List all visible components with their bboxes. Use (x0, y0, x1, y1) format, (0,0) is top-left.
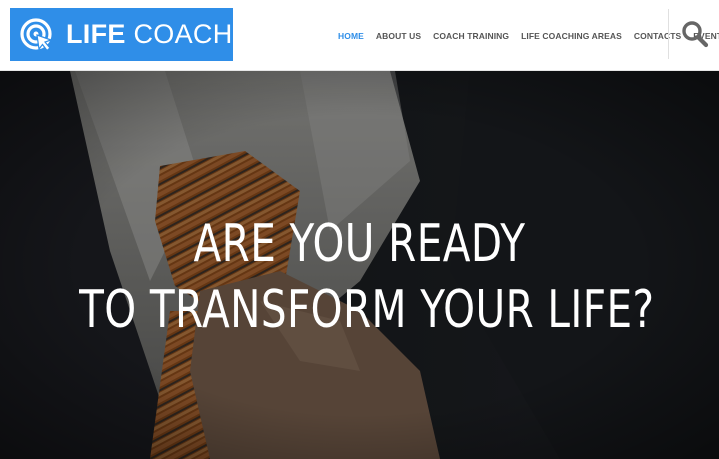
nav-item-contacts[interactable]: CONTACTS (628, 31, 687, 41)
hero-headline-line-2: TO TRANSFORM YOUR LIFE? (79, 280, 655, 340)
search-icon[interactable] (681, 20, 709, 48)
nav-item-life-coaching-areas[interactable]: LIFE COACHING AREAS (515, 31, 628, 41)
site-header: LIFE COACH HOME ABOUT US COACH TRAINING … (0, 0, 719, 71)
main-nav: HOME ABOUT US COACH TRAINING LIFE COACHI… (332, 0, 719, 71)
hero-banner: ARE YOU READY TO TRANSFORM YOUR LIFE? (0, 71, 719, 459)
hero-headline: ARE YOU READY TO TRANSFORM YOUR LIFE? (0, 211, 719, 343)
logo-text-light: COACH (125, 19, 233, 49)
nav-item-home[interactable]: HOME (332, 31, 370, 41)
target-cursor-icon (20, 17, 53, 51)
logo-text-bold: LIFE (66, 19, 126, 49)
nav-item-about-us[interactable]: ABOUT US (370, 31, 427, 41)
site-logo[interactable]: LIFE COACH (10, 8, 233, 61)
logo-text: LIFE COACH (66, 19, 233, 50)
header-divider (668, 9, 669, 59)
nav-item-coach-training[interactable]: COACH TRAINING (427, 31, 515, 41)
page: LIFE COACH HOME ABOUT US COACH TRAINING … (0, 0, 719, 459)
hero-headline-line-1: ARE YOU READY (193, 214, 526, 274)
